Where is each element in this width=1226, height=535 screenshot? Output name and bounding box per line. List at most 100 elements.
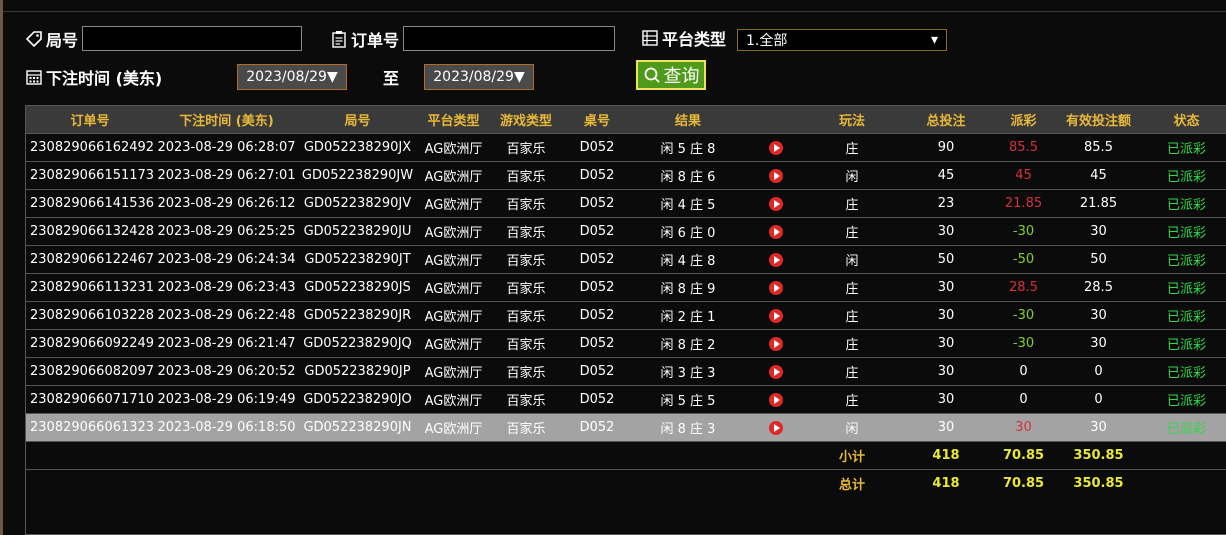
order-id: 230829066132428 bbox=[26, 217, 154, 246]
table-row[interactable]: 230829066082097 2023-08-29 06:20:52 GD0522… bbox=[26, 357, 1226, 386]
total-bet: 30 bbox=[896, 385, 996, 414]
payout: -30 bbox=[996, 301, 1051, 330]
total-bet: 45 bbox=[896, 161, 996, 190]
table-row[interactable]: 230829066103228 2023-08-29 06:22:48 GD0522… bbox=[26, 301, 1226, 330]
play-type: 庄 bbox=[808, 273, 896, 302]
play-icon[interactable] bbox=[768, 168, 783, 183]
play-icon[interactable] bbox=[768, 252, 783, 267]
play-icon[interactable] bbox=[768, 392, 783, 407]
payout: -30 bbox=[996, 329, 1051, 358]
valid-bet: 21.85 bbox=[1051, 189, 1146, 218]
empty-cell bbox=[491, 469, 561, 497]
play-icon[interactable] bbox=[768, 308, 783, 323]
date-from-picker[interactable]: 2023/08/29 ▼ bbox=[237, 64, 347, 90]
play-icon[interactable] bbox=[768, 224, 783, 239]
header-col-video bbox=[743, 106, 808, 134]
round-id: GD052238290JW bbox=[299, 161, 416, 190]
table-header: 订单号 下注时间 (美东) 局号 平台类型 游戏类型 桌号 结果 玩法 总投注 派彩 有效投注额 状态 bbox=[26, 106, 1226, 134]
play-type: 庄 bbox=[808, 133, 896, 162]
query-button[interactable]: 查询 bbox=[636, 60, 706, 90]
bet-time: 2023-08-29 06:25:25 bbox=[154, 217, 299, 246]
empty-cell bbox=[416, 441, 491, 470]
result: 闲 8 庄 9 bbox=[633, 273, 743, 302]
table-no: D052 bbox=[561, 273, 633, 302]
table-row[interactable]: 230829066113231 2023-08-29 06:23:43 GD0522… bbox=[26, 273, 1226, 302]
game-type: 百家乐 bbox=[491, 217, 561, 246]
table-row[interactable]: 230829066132428 2023-08-29 06:25:25 GD0522… bbox=[26, 217, 1226, 246]
table-row[interactable]: 230829066071710 2023-08-29 06:19:49 GD0522… bbox=[26, 385, 1226, 414]
result: 闲 6 庄 0 bbox=[633, 217, 743, 246]
valid-bet: 45 bbox=[1051, 161, 1146, 190]
total-row: 总计 418 70.85 350.85 bbox=[26, 469, 1226, 497]
result: 闲 5 庄 5 bbox=[633, 385, 743, 414]
status: 已派彩 bbox=[1146, 301, 1226, 330]
game-type: 百家乐 bbox=[491, 189, 561, 218]
platform: AG欧洲厅 bbox=[416, 329, 491, 358]
table-no: D052 bbox=[561, 385, 633, 414]
platform: AG欧洲厅 bbox=[416, 245, 491, 274]
bet-time: 2023-08-29 06:18:50 bbox=[154, 413, 299, 442]
round-input[interactable] bbox=[82, 26, 303, 51]
total-bet: 30 bbox=[896, 413, 996, 442]
play-icon[interactable] bbox=[768, 336, 783, 351]
table-row[interactable]: 230829066162492 2023-08-29 06:28:07 GD0522… bbox=[26, 133, 1226, 162]
play-icon[interactable] bbox=[768, 280, 783, 295]
empty-cell bbox=[633, 441, 743, 470]
empty-cell bbox=[154, 469, 299, 497]
platform-select[interactable]: 1.全部 ▾ bbox=[737, 29, 947, 51]
play-icon[interactable] bbox=[768, 140, 783, 155]
video-cell bbox=[743, 273, 808, 302]
platform: AG欧洲厅 bbox=[416, 301, 491, 330]
header-col-table: 桌号 bbox=[561, 106, 633, 134]
round-id: GD052238290JO bbox=[299, 385, 416, 414]
table-no: D052 bbox=[561, 133, 633, 162]
header-col-payout: 派彩 bbox=[996, 106, 1051, 134]
play-type: 闲 bbox=[808, 161, 896, 190]
play-icon[interactable] bbox=[768, 420, 783, 435]
table-row[interactable]: 230829066122467 2023-08-29 06:24:34 GD0522… bbox=[26, 245, 1226, 274]
total-bet: 30 bbox=[896, 329, 996, 358]
date-to-value: 2023/08/29 bbox=[433, 69, 514, 85]
total-bet: 418 bbox=[896, 469, 996, 497]
table-row[interactable]: 230829066061323 2023-08-29 06:18:50 GD0522… bbox=[26, 413, 1226, 442]
play-icon[interactable] bbox=[768, 364, 783, 379]
search-icon bbox=[643, 66, 661, 84]
round-id: GD052238290JP bbox=[299, 357, 416, 386]
platform: AG欧洲厅 bbox=[416, 273, 491, 302]
round-id: GD052238290JU bbox=[299, 217, 416, 246]
valid-bet: 28.5 bbox=[1051, 273, 1146, 302]
header-col-total-bet: 总投注 bbox=[896, 106, 996, 134]
video-cell bbox=[743, 133, 808, 162]
payout: 30 bbox=[996, 413, 1051, 442]
round-id: GD052238290JV bbox=[299, 189, 416, 218]
table-row[interactable]: 230829066151173 2023-08-29 06:27:01 GD0522… bbox=[26, 161, 1226, 190]
order-input[interactable] bbox=[403, 26, 616, 51]
game-type: 百家乐 bbox=[491, 329, 561, 358]
bet-time: 2023-08-29 06:28:07 bbox=[154, 133, 299, 162]
table-row[interactable]: 230829066141536 2023-08-29 06:26:12 GD0522… bbox=[26, 189, 1226, 218]
table-no: D052 bbox=[561, 161, 633, 190]
total-label: 总计 bbox=[808, 469, 896, 497]
dropdown-arrow-icon: ▼ bbox=[326, 69, 338, 85]
play-icon[interactable] bbox=[768, 196, 783, 211]
order-id: 230829066061323 bbox=[26, 413, 154, 442]
payout: 28.5 bbox=[996, 273, 1051, 302]
order-id: 230829066082097 bbox=[26, 357, 154, 386]
header-col-play: 玩法 bbox=[808, 106, 896, 134]
results-grid: 订单号 下注时间 (美东) 局号 平台类型 游戏类型 桌号 结果 玩法 总投注 派彩 有效投注额 状态… bbox=[25, 105, 1226, 535]
date-to-picker[interactable]: 2023/08/29 ▼ bbox=[424, 64, 534, 90]
order-id: 230829066151173 bbox=[26, 161, 154, 190]
play-type: 闲 bbox=[808, 413, 896, 442]
status: 已派彩 bbox=[1146, 357, 1226, 386]
bet-time: 2023-08-29 06:27:01 bbox=[154, 161, 299, 190]
round-id: GD052238290JX bbox=[299, 133, 416, 162]
table-row[interactable]: 230829066092249 2023-08-29 06:21:47 GD0522… bbox=[26, 329, 1226, 358]
top-divider bbox=[0, 11, 1226, 12]
status: 已派彩 bbox=[1146, 245, 1226, 274]
round-id: GD052238290JT bbox=[299, 245, 416, 274]
subtotal-valid: 350.85 bbox=[1051, 441, 1146, 470]
empty-cell bbox=[743, 441, 808, 470]
video-cell bbox=[743, 385, 808, 414]
payout: 0 bbox=[996, 357, 1051, 386]
total-valid: 350.85 bbox=[1051, 469, 1146, 497]
